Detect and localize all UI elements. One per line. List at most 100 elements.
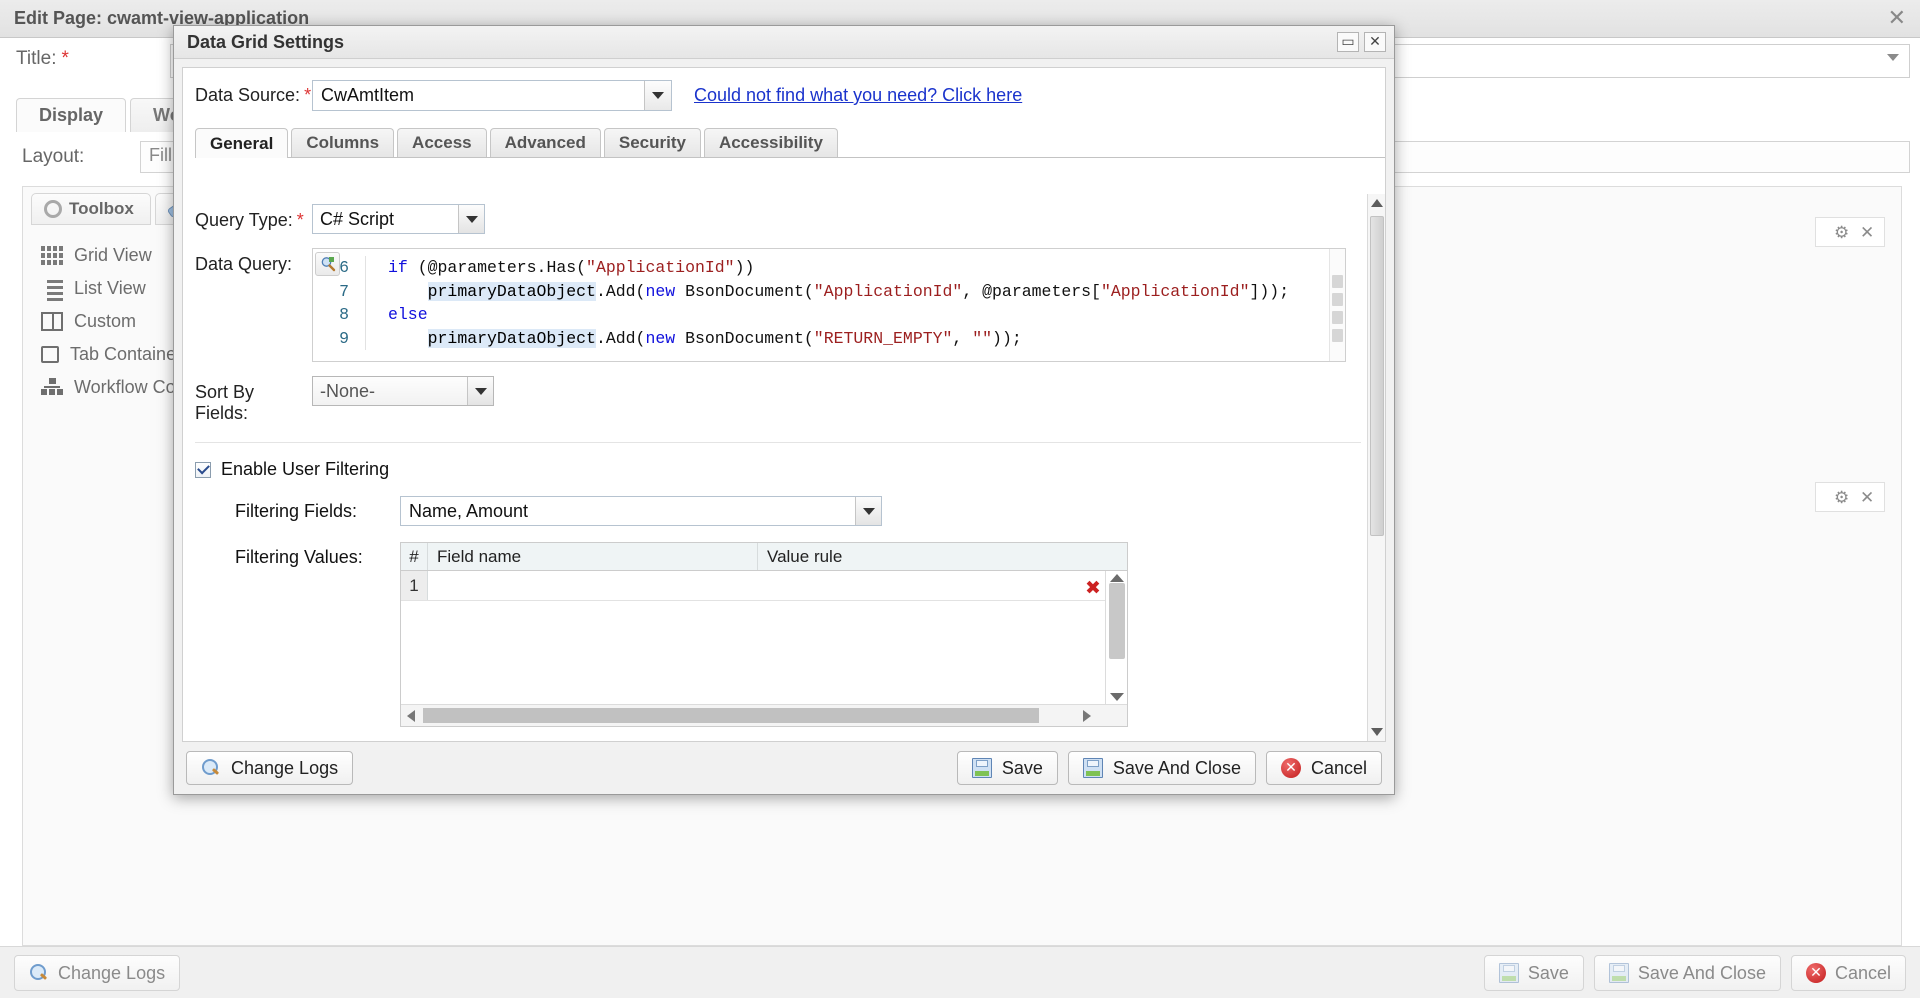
enable-user-filtering-row[interactable]: Enable User Filtering (183, 443, 1385, 480)
column-header-field-name: Field name (428, 543, 758, 570)
indent-guide (365, 256, 366, 280)
background-cancel-button[interactable]: ✕ Cancel (1790, 955, 1906, 991)
enable-user-filtering-checkbox[interactable] (195, 461, 211, 478)
editor-vertical-scrollbar[interactable] (1329, 249, 1345, 361)
background-layout-label: Layout: (22, 146, 85, 167)
tab-advanced[interactable]: Advanced (489, 128, 601, 157)
magnifier-icon (29, 963, 49, 983)
filtering-values-label: Filtering Values: (235, 547, 363, 567)
data-grid-settings-dialog: Data Grid Settings ▭ ✕ Data Source: * CwA… (173, 25, 1395, 795)
tab-columns[interactable]: Columns (291, 128, 395, 157)
delete-row-icon[interactable]: ✖ (1085, 577, 1101, 595)
change-logs-button[interactable]: Change Logs (186, 751, 354, 785)
filtering-values-grid[interactable]: # Field name Value rule 1 ✖ (400, 542, 1128, 727)
gear-icon (44, 200, 62, 218)
close-icon[interactable]: ✕ (1860, 223, 1878, 242)
scroll-right-icon[interactable] (1083, 709, 1091, 722)
help-link[interactable]: Could not find what you need? Click here (694, 85, 1022, 106)
indent-guide (365, 279, 366, 303)
row-index: 1 (401, 571, 428, 600)
dialog-title: Data Grid Settings (187, 31, 345, 52)
scroll-down-icon[interactable] (1110, 693, 1124, 701)
required-marker: * (304, 85, 312, 105)
indent-guide (365, 326, 366, 350)
magnifier-icon (201, 758, 221, 778)
save-button[interactable]: Save (956, 751, 1058, 785)
grid-horizontal-scrollbar[interactable] (401, 704, 1127, 726)
tab-accessibility[interactable]: Accessibility (703, 128, 838, 157)
background-save-and-close-button[interactable]: Save And Close (1593, 955, 1781, 991)
enable-full-text-search-row[interactable]: Enable Full-Text Search (183, 727, 1385, 741)
column-header-index: # (401, 543, 428, 570)
dialog-title-bar: Data Grid Settings ▭ ✕ (174, 26, 1394, 59)
query-type-value: C# Script (320, 208, 395, 229)
filtering-fields-select[interactable]: Name, Amount (400, 496, 882, 526)
general-tab-pane: Query Type: * C# Script Data Query: 6 if… (183, 194, 1385, 741)
background-save-button[interactable]: Save (1483, 955, 1584, 991)
sort-by-fields-select[interactable]: -None- (312, 376, 494, 406)
cancel-button[interactable]: ✕ Cancel (1265, 751, 1382, 785)
settings-icon[interactable]: ⚙ (1834, 223, 1852, 242)
tab-general[interactable]: General (195, 128, 289, 158)
filtering-fields-label: Filtering Fields: (235, 500, 358, 521)
chevron-down-icon (1887, 54, 1899, 61)
code-text: primaryDataObject.Add(new BsonDocument("… (427, 328, 1022, 348)
background-tab-display[interactable]: Display (16, 98, 127, 132)
background-title-label: Title: * (16, 48, 69, 69)
panel-tab-toolbox[interactable]: Toolbox (31, 193, 151, 225)
line-number: 9 (339, 328, 349, 348)
close-icon[interactable]: ✕ (1364, 32, 1386, 52)
table-row[interactable]: 1 (401, 571, 1127, 601)
data-source-select[interactable]: CwAmtItem (312, 80, 672, 111)
chevron-down-icon[interactable] (644, 81, 671, 110)
scroll-up-icon[interactable] (1110, 574, 1124, 582)
code-lines[interactable]: 6 if (@parameters.Has("ApplicationId")) 7 … (313, 249, 1329, 361)
query-type-select[interactable]: C# Script (312, 204, 485, 234)
scrollbar-thumb[interactable] (1109, 583, 1125, 659)
scroll-left-icon[interactable] (407, 709, 415, 722)
scrollbar-thumb[interactable] (1370, 216, 1384, 536)
query-type-row: Query Type: * C# Script (183, 194, 1385, 234)
filtering-fields-value: Name, Amount (409, 500, 529, 521)
scrollbar-thumb[interactable] (423, 708, 1039, 723)
background-widget-toolbar-2: ⚙ ✕ (1815, 482, 1885, 512)
tab-access[interactable]: Access (397, 128, 487, 157)
chevron-down-icon[interactable] (458, 205, 484, 233)
required-marker: * (296, 210, 304, 230)
row-field-name[interactable] (428, 571, 1127, 600)
chevron-down-icon[interactable] (467, 377, 493, 405)
close-icon[interactable]: ✕ (1888, 8, 1906, 30)
data-source-label: Data Source: * (195, 85, 312, 105)
background-footer: Change Logs Save Save And Close ✕ Cancel (0, 946, 1920, 998)
chevron-down-icon[interactable] (855, 497, 881, 525)
filtering-fields-row: Filtering Fields: Name, Amount (183, 496, 1385, 526)
tab-security[interactable]: Security (603, 128, 701, 157)
scroll-down-icon[interactable] (1371, 728, 1383, 736)
data-source-value: CwAmtItem (321, 85, 415, 105)
query-type-label: Query Type: * (195, 210, 304, 230)
grid-icon (41, 246, 63, 265)
scroll-up-icon[interactable] (1371, 199, 1383, 207)
required-marker: * (61, 48, 69, 69)
line-number: 8 (339, 305, 349, 324)
close-icon[interactable]: ✕ (1860, 488, 1878, 507)
save-icon (1608, 963, 1629, 983)
code-line: 8 else (313, 303, 1329, 327)
settings-icon[interactable]: ⚙ (1834, 488, 1852, 507)
minimize-icon[interactable]: ▭ (1337, 32, 1359, 52)
save-and-close-button[interactable]: Save And Close (1067, 751, 1256, 785)
data-query-editor[interactable]: 6 if (@parameters.Has("ApplicationId")) 7 … (312, 248, 1346, 362)
sort-by-fields-row: Sort By Fields: -None- (183, 362, 1385, 424)
cancel-icon: ✕ (1280, 758, 1301, 778)
column-header-value-rule: Value rule (767, 546, 843, 566)
background-change-logs-button[interactable]: Change Logs (14, 955, 181, 991)
background-widget-toolbar-1: ⚙ ✕ (1815, 217, 1885, 247)
insert-parameter-icon[interactable] (315, 252, 340, 276)
pane-vertical-scrollbar[interactable] (1367, 194, 1385, 741)
square-icon (41, 346, 59, 363)
code-line: 6 if (@parameters.Has("ApplicationId")) (313, 256, 1329, 280)
save-icon (1498, 963, 1519, 983)
dialog-body: Data Source: * CwAmtItem Could not find w… (182, 67, 1386, 742)
grid-vertical-scrollbar[interactable] (1105, 571, 1127, 704)
dialog-footer: Change Logs Save Save And Close ✕ Cancel (174, 742, 1394, 794)
